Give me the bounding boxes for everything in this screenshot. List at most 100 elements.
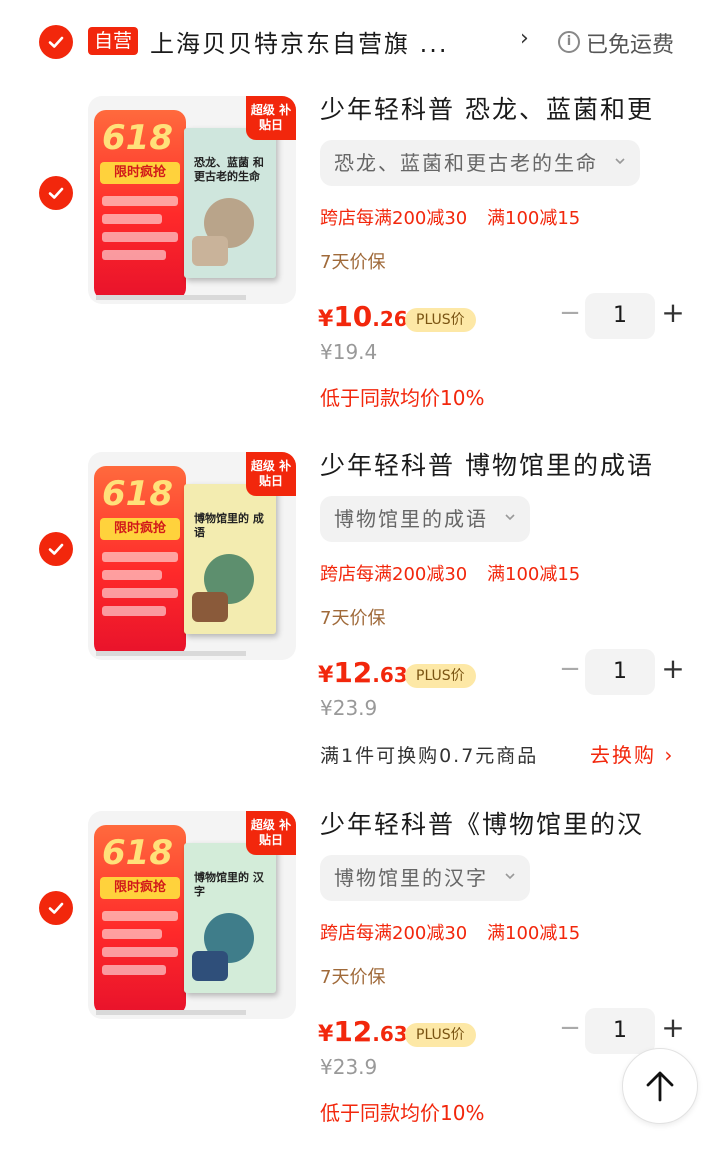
check-icon [48,187,64,199]
promo-tag: 限时疯抢 [100,877,180,899]
book-cover-title: 博物馆里的 成语 [194,512,264,539]
price-guarantee: 7天价保 [320,608,386,629]
promo-line [102,606,166,616]
product-title[interactable]: 少年轻科普 博物馆里的成语 [320,446,670,482]
promo-line [102,232,178,242]
promo-618-text: 618 [102,118,173,158]
promotion-info: 跨店每满200减30 满100减15 [320,919,580,945]
book-cover-art [192,236,228,266]
promo-line [102,250,166,260]
book-cover: 博物馆里的 汉字 [184,843,276,993]
item-select-checkbox[interactable] [39,891,73,925]
promotion-info: 跨店每满200减30 满100减15 [320,204,580,230]
original-price: ¥23.9 [320,1055,378,1079]
spec-selector[interactable]: 博物馆里的成语 [320,496,531,542]
price-currency: ¥ [318,307,334,332]
promo-line [102,214,162,224]
promo-618-text: 618 [102,833,173,873]
promotion-cross-store: 跨店每满200减30 [320,208,468,229]
price-decimal: .63 [372,663,408,687]
promotion-info: 跨店每满200减30 满100减15 [320,560,580,586]
product-thumbnail[interactable]: 618 限时疯抢 恐龙、蓝菌 和更古老的生命 超级 补贴日 [88,96,296,304]
promotion-cross-store: 跨店每满200减30 [320,923,468,944]
price-integer: 10 [333,300,373,333]
cart-item: 618 限时疯抢 博物馆里的 汉字 超级 补贴日 少年轻科普《博物馆里的汉 博物… [0,805,720,1151]
price-decimal: .26 [372,307,408,331]
store-chevron-right-icon[interactable]: › [520,26,529,51]
spec-selector[interactable]: 恐龙、蓝菌和更古老的生命 [320,140,641,186]
spec-label: 博物馆里的成语 [334,507,488,531]
promo-banner-image: 618 限时疯抢 [94,825,186,1015]
subsidy-day-badge: 超级 补贴日 [246,96,296,140]
quantity-input[interactable]: 1 [585,293,655,339]
book-cover-title: 博物馆里的 汉字 [194,871,264,898]
promotion-discount: 满100减15 [487,564,581,585]
promo-tag: 限时疯抢 [100,162,180,184]
shipping-status: 已免运费 [586,33,675,58]
increase-quantity-button[interactable]: + [660,299,686,327]
check-icon [48,36,64,48]
promo-line [102,196,178,206]
check-icon [48,543,64,555]
thumbnail-footnote [96,1010,246,1015]
book-cover-art [192,592,228,622]
promo-line [102,965,166,975]
spec-selector[interactable]: 博物馆里的汉字 [320,855,531,901]
price-decimal: .63 [372,1022,408,1046]
promotion-discount: 满100减15 [487,208,581,229]
price-currency: ¥ [318,1022,334,1047]
price-comparison-note: 低于同款均价10% [320,1101,485,1125]
arrow-up-icon [646,1071,674,1102]
increase-quantity-button[interactable]: + [660,1014,686,1042]
plus-price-badge: PLUS价 [405,664,476,688]
self-operated-badge: 自营 [88,27,139,55]
decrease-quantity-button[interactable]: − [558,656,582,682]
store-name[interactable]: 上海贝贝特京东自营旗 ... [150,24,449,59]
item-select-checkbox[interactable] [39,532,73,566]
promotion-cross-store: 跨店每满200减30 [320,564,468,585]
cart-item: 618 限时疯抢 恐龙、蓝菌 和更古老的生命 超级 补贴日 少年轻科普 恐龙、蓝… [0,90,720,448]
current-price: ¥12.63 [318,656,408,689]
info-icon[interactable]: i [558,31,580,53]
price-comparison-note: 低于同款均价10% [320,386,485,410]
chevron-down-icon [505,514,515,521]
product-title[interactable]: 少年轻科普 恐龙、蓝菌和更 [320,90,670,126]
item-select-checkbox[interactable] [39,176,73,210]
original-price: ¥23.9 [320,696,378,720]
current-price: ¥12.63 [318,1015,408,1048]
increase-quantity-button[interactable]: + [660,655,686,683]
product-title[interactable]: 少年轻科普《博物馆里的汉 [320,805,670,841]
add-on-offer-text: 满1件可换购0.7元商品 [320,745,539,767]
product-thumbnail[interactable]: 618 限时疯抢 博物馆里的 成语 超级 补贴日 [88,452,296,660]
product-thumbnail[interactable]: 618 限时疯抢 博物馆里的 汉字 超级 补贴日 [88,811,296,1019]
price-guarantee: 7天价保 [320,252,386,273]
quantity-input[interactable]: 1 [585,1008,655,1054]
chevron-down-icon [505,873,515,880]
book-cover: 博物馆里的 成语 [184,484,276,634]
promo-line [102,588,178,598]
price-integer: 12 [333,656,373,689]
chevron-down-icon [615,158,625,165]
subsidy-day-badge: 超级 补贴日 [246,811,296,855]
book-cover-art [192,951,228,981]
promo-banner-image: 618 限时疯抢 [94,466,186,656]
price-integer: 12 [333,1015,373,1048]
promo-line [102,947,178,957]
subsidy-day-badge: 超级 补贴日 [246,452,296,496]
quantity-input[interactable]: 1 [585,649,655,695]
promotion-discount: 满100减15 [487,923,581,944]
price-currency: ¥ [318,663,334,688]
promo-line [102,570,162,580]
promo-line [102,911,178,921]
store-select-checkbox[interactable] [39,25,73,59]
decrease-quantity-button[interactable]: − [558,1015,582,1041]
check-icon [48,902,64,914]
original-price: ¥19.4 [320,340,378,364]
price-guarantee: 7天价保 [320,967,386,988]
add-on-purchase-link[interactable]: 去换购 › [590,739,674,768]
promo-banner-image: 618 限时疯抢 [94,110,186,300]
decrease-quantity-button[interactable]: − [558,300,582,326]
promo-line [102,552,178,562]
promo-618-text: 618 [102,474,173,514]
back-to-top-button[interactable] [622,1048,698,1124]
